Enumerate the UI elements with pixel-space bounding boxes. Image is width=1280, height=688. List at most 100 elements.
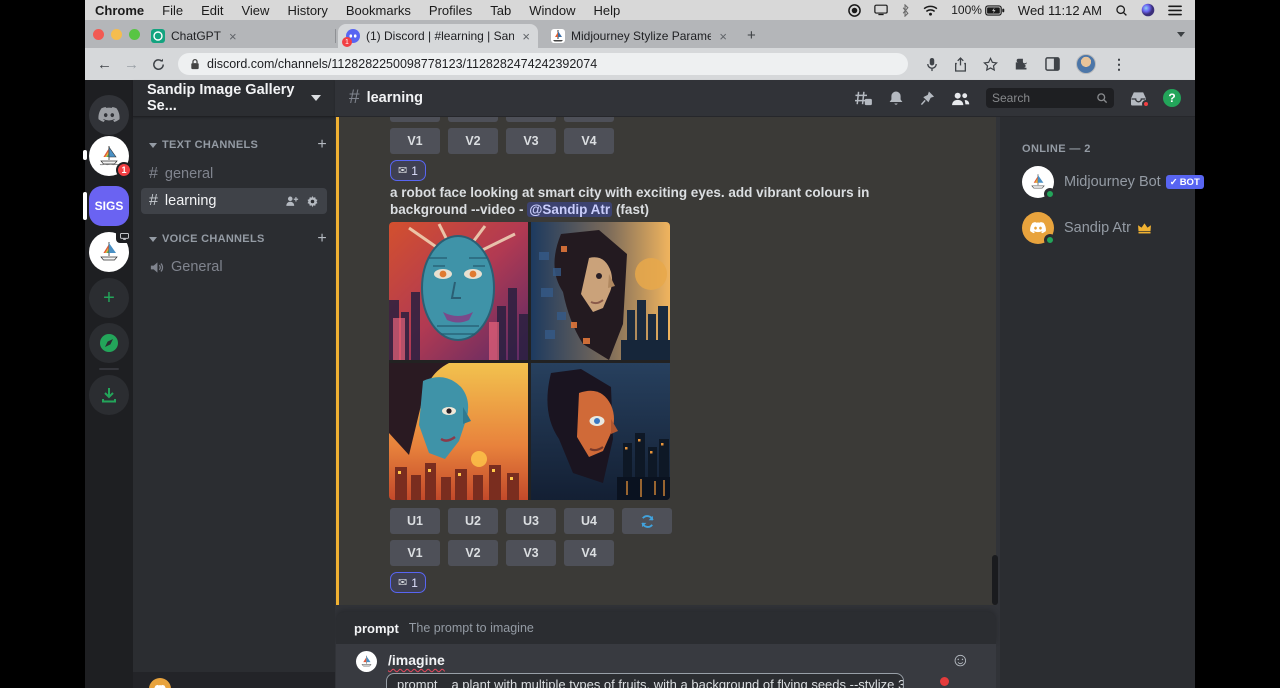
inbox-icon[interactable] bbox=[1130, 91, 1147, 106]
pinned-messages-icon[interactable] bbox=[920, 90, 935, 106]
record-status-icon[interactable] bbox=[848, 4, 861, 17]
v3-button[interactable]: V3 bbox=[506, 128, 556, 154]
voice-search-icon[interactable] bbox=[926, 57, 938, 72]
prompt-option-field[interactable]: prompt a plant with multiple types of fr… bbox=[386, 673, 904, 688]
ssl-lock-icon[interactable] bbox=[190, 58, 200, 70]
menu-tab[interactable]: Tab bbox=[490, 3, 511, 18]
side-panel-icon[interactable] bbox=[1045, 57, 1060, 71]
plus-glyph: + bbox=[103, 287, 115, 310]
v3-button[interactable]: V3 bbox=[506, 540, 556, 566]
menu-window[interactable]: Window bbox=[529, 3, 575, 18]
menu-bookmarks[interactable]: Bookmarks bbox=[346, 3, 411, 18]
scrollbar-thumb[interactable] bbox=[992, 555, 998, 605]
chat-scrollbar[interactable] bbox=[992, 117, 998, 688]
invite-people-icon[interactable] bbox=[285, 195, 299, 207]
forward-button[interactable]: → bbox=[124, 56, 139, 73]
search-input[interactable]: Search bbox=[986, 88, 1114, 108]
generated-image-2[interactable] bbox=[531, 222, 670, 360]
help-button[interactable]: ? bbox=[1163, 89, 1181, 107]
v4-button[interactable]: V4 bbox=[564, 540, 614, 566]
bluetooth-icon[interactable] bbox=[901, 4, 910, 17]
reroll-button[interactable] bbox=[622, 508, 672, 534]
add-server-button[interactable]: + bbox=[89, 278, 129, 318]
u2-button[interactable]: U2 bbox=[448, 508, 498, 534]
prompt-value[interactable]: a plant with multiple types of fruits, w… bbox=[451, 677, 904, 688]
u1-button[interactable]: U1 bbox=[390, 508, 440, 534]
generated-image-1[interactable] bbox=[389, 222, 528, 360]
envelope-reaction[interactable]: ✉ 1 bbox=[390, 160, 426, 181]
voice-channels-section[interactable]: VOICE CHANNELS + bbox=[133, 230, 335, 248]
midjourney-image-grid[interactable] bbox=[389, 222, 670, 500]
share-icon[interactable] bbox=[954, 57, 967, 72]
home-button[interactable] bbox=[89, 95, 129, 135]
text-channels-section[interactable]: TEXT CHANNELS + bbox=[133, 136, 335, 154]
url-text[interactable]: discord.com/channels/1128282250098778123… bbox=[207, 57, 597, 71]
user-mention[interactable]: @Sandip Atr bbox=[527, 202, 612, 217]
close-window-button[interactable] bbox=[93, 29, 104, 40]
tab-close-icon[interactable]: × bbox=[719, 29, 727, 44]
download-apps-button[interactable] bbox=[89, 375, 129, 415]
v2-button[interactable]: V2 bbox=[448, 128, 498, 154]
control-center-icon[interactable] bbox=[1168, 5, 1183, 16]
minimize-window-button[interactable] bbox=[111, 29, 122, 40]
menu-help[interactable]: Help bbox=[594, 3, 621, 18]
generated-image-3[interactable] bbox=[389, 363, 528, 500]
display-icon[interactable] bbox=[874, 4, 888, 16]
tab-close-icon[interactable]: × bbox=[522, 29, 530, 44]
message-composer[interactable]: /imagine ☺ prompt a plant with multiple … bbox=[336, 644, 996, 688]
tab-search-chevron-icon[interactable] bbox=[1177, 32, 1185, 37]
threads-icon[interactable] bbox=[854, 90, 872, 106]
v1-button[interactable]: V1 bbox=[390, 128, 440, 154]
member-row-sandip[interactable]: Sandip Atr bbox=[1014, 209, 1187, 247]
back-button[interactable]: ← bbox=[97, 56, 112, 73]
envelope-reaction[interactable]: ✉ 1 bbox=[390, 572, 426, 593]
u3-button[interactable]: U3 bbox=[506, 508, 556, 534]
tab-chatgpt[interactable]: ChatGPT × bbox=[143, 24, 331, 48]
menu-file[interactable]: File bbox=[162, 3, 183, 18]
generated-image-4[interactable] bbox=[531, 363, 670, 500]
menu-app-name[interactable]: Chrome bbox=[95, 3, 144, 18]
v2-button[interactable]: V2 bbox=[448, 540, 498, 566]
channel-learning-active[interactable]: # learning bbox=[141, 188, 327, 214]
member-row-midjourney-bot[interactable]: Midjourney Bot ✓BOT bbox=[1014, 163, 1187, 201]
server-midjourney-2[interactable] bbox=[89, 232, 129, 272]
menu-profiles[interactable]: Profiles bbox=[429, 3, 472, 18]
menu-view[interactable]: View bbox=[241, 3, 269, 18]
v4-button[interactable]: V4 bbox=[564, 128, 614, 154]
create-channel-button[interactable]: + bbox=[317, 136, 327, 154]
emoji-picker-icon[interactable]: ☺ bbox=[951, 650, 970, 672]
voice-channel-general[interactable]: General bbox=[141, 254, 327, 280]
menubar-clock[interactable]: Wed 11:12 AM bbox=[1018, 3, 1102, 18]
reload-button[interactable] bbox=[151, 57, 166, 72]
tab-close-icon[interactable]: × bbox=[229, 29, 237, 44]
slash-command-hint[interactable]: prompt The prompt to imagine bbox=[336, 612, 996, 644]
channel-general[interactable]: # general bbox=[141, 161, 327, 187]
notifications-bell-icon[interactable] bbox=[888, 90, 904, 107]
tab-midjourney[interactable]: Midjourney Stylize Parameter × bbox=[543, 24, 735, 48]
menu-history[interactable]: History bbox=[287, 3, 327, 18]
profile-avatar[interactable] bbox=[1076, 54, 1096, 74]
spotlight-search-icon[interactable] bbox=[1115, 4, 1128, 17]
extensions-puzzle-icon[interactable] bbox=[1014, 57, 1029, 72]
address-bar[interactable]: discord.com/channels/1128282250098778123… bbox=[178, 53, 908, 75]
user-avatar[interactable] bbox=[149, 678, 171, 688]
zoom-window-button[interactable] bbox=[129, 29, 140, 40]
server-midjourney-1[interactable]: 1 bbox=[89, 136, 129, 176]
battery-indicator[interactable]: 100% bbox=[951, 3, 1005, 17]
u4-button[interactable]: U4 bbox=[564, 508, 614, 534]
server-header[interactable]: Sandip Image Gallery Se... bbox=[133, 80, 335, 117]
browser-menu-icon[interactable]: ⋮ bbox=[1112, 56, 1126, 73]
v1-button[interactable]: V1 bbox=[390, 540, 440, 566]
tab-discord-active[interactable]: 1 (1) Discord | #learning | Sandi × bbox=[338, 24, 538, 48]
bookmark-star-icon[interactable] bbox=[983, 57, 998, 72]
new-tab-button[interactable]: + bbox=[747, 27, 756, 44]
wifi-icon[interactable] bbox=[923, 5, 938, 16]
channel-settings-gear-icon[interactable] bbox=[306, 195, 319, 208]
menu-edit[interactable]: Edit bbox=[201, 3, 223, 18]
server-sigs-selected[interactable]: SIGS bbox=[89, 186, 129, 226]
create-channel-button[interactable]: + bbox=[317, 230, 327, 248]
explore-servers-button[interactable] bbox=[89, 323, 129, 363]
siri-icon[interactable] bbox=[1141, 3, 1155, 17]
member-list-icon[interactable] bbox=[951, 91, 970, 106]
slash-command-text[interactable]: /imagine bbox=[388, 652, 445, 668]
